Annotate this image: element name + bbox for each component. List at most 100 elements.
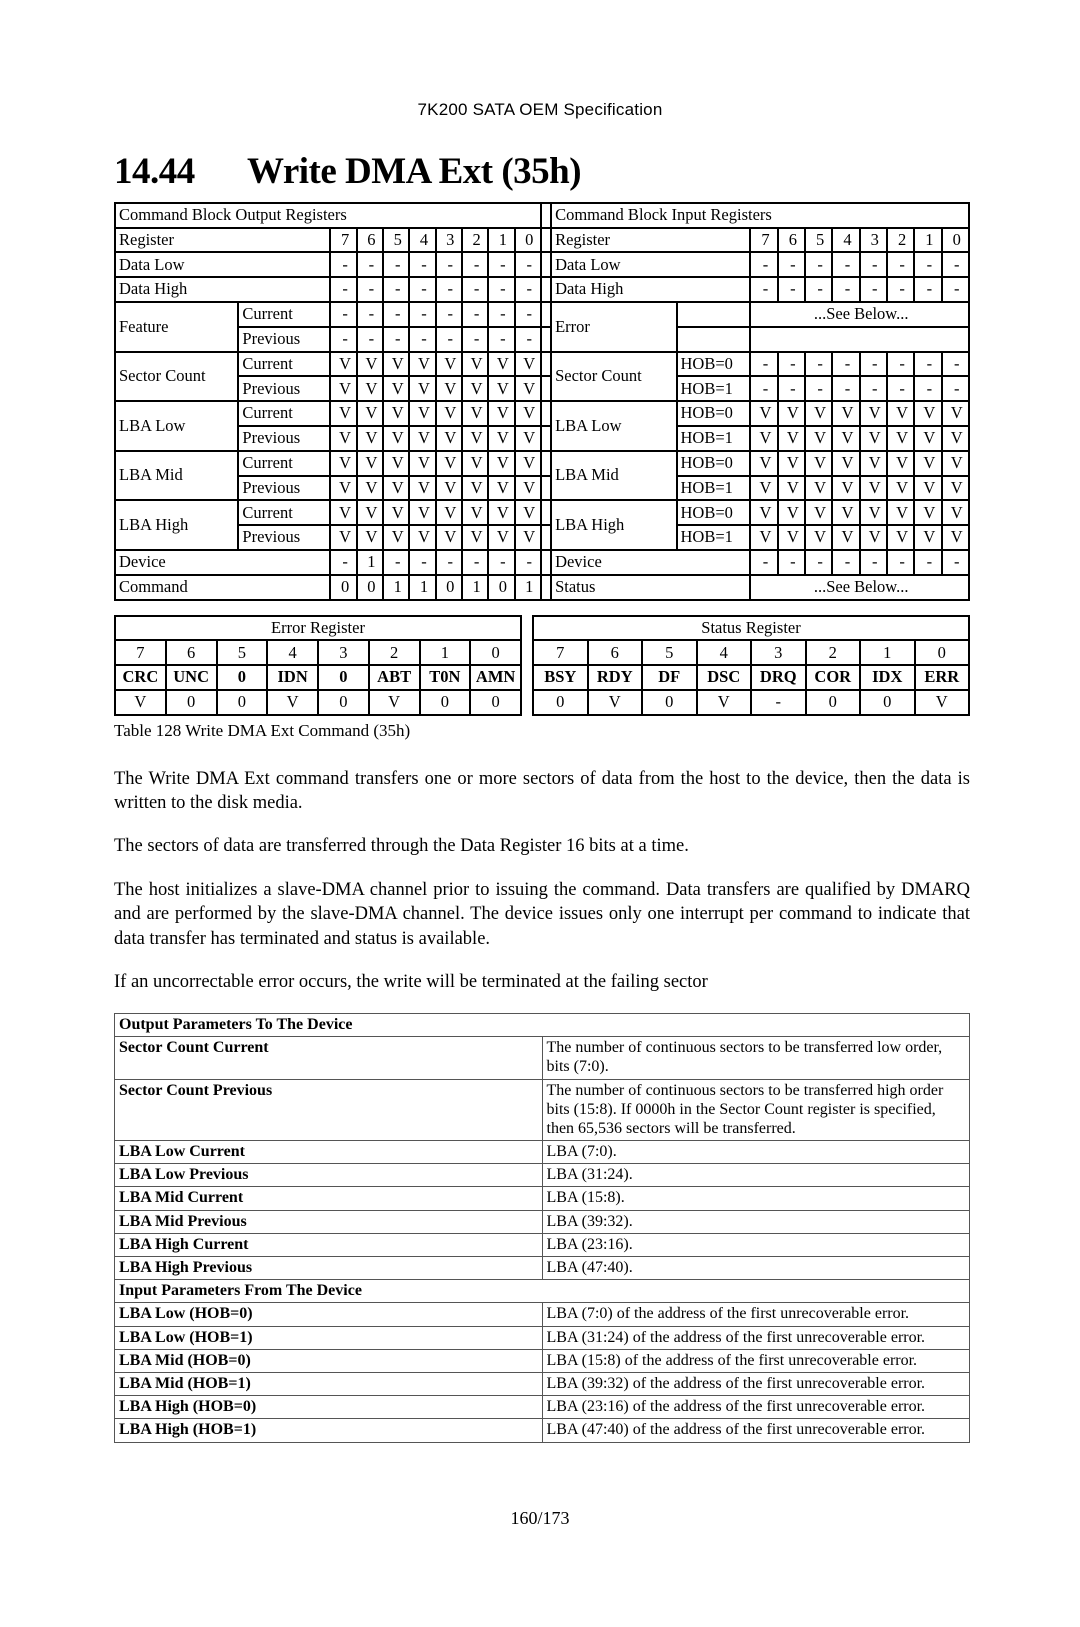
output-bit-cell: V	[460, 499, 490, 527]
input-bit-cell: V	[858, 524, 888, 551]
output-bit-index: 1	[487, 226, 516, 254]
parameter-description: The number of continuous sectors to be t…	[541, 1078, 970, 1142]
parameter-name: LBA Low Current	[114, 1140, 543, 1165]
input-bit-cell: -	[885, 549, 916, 576]
parameter-description: LBA (39:32) of the address of the first …	[541, 1371, 970, 1397]
output-bit-cell: V	[513, 449, 542, 477]
output-bit-cell: -	[382, 276, 411, 304]
input-bit-cell: V	[776, 400, 806, 428]
section-number: 14.44	[114, 151, 195, 192]
status-register-bit-value: 0	[804, 688, 861, 716]
page-number: 160/173	[510, 1508, 570, 1528]
table-gap	[539, 375, 553, 403]
input-bit-cell: -	[858, 549, 888, 576]
input-bit-cell: -	[803, 375, 834, 403]
output-bit-cell: V	[487, 499, 516, 527]
parameters-section-row: Output Parameters To The Device	[114, 1012, 970, 1038]
status-register-bit-index: 6	[586, 639, 643, 667]
input-reg-sub	[675, 301, 752, 328]
output-reg-sub: Previous	[237, 524, 332, 551]
input-bit-cell: -	[913, 350, 943, 378]
status-register-bit-index: 0	[913, 639, 970, 667]
input-bit-cell: -	[885, 276, 916, 304]
input-bit-cell: -	[831, 350, 861, 378]
output-bit-cell: V	[434, 400, 463, 428]
status-register-value-row: 0V0V-00V	[532, 688, 970, 716]
output-register-header: Register	[113, 226, 332, 254]
input-bit-cell: V	[776, 524, 806, 551]
output-bit-cell: -	[460, 549, 490, 576]
error-register-bit-index: 3	[317, 639, 370, 667]
parameter-name: LBA Low Previous	[114, 1163, 543, 1188]
output-bit-cell: V	[434, 499, 463, 527]
output-reg-name: LBA Mid	[113, 449, 240, 502]
error-register-name-row: CRC UNC 0 IDN 0 ABT T0N AMN	[114, 664, 522, 691]
output-bit-cell: V	[487, 375, 516, 403]
error-register-bit-value: V	[114, 688, 167, 716]
status-register-bit-value: V	[586, 688, 643, 716]
output-bit-index: 0	[513, 226, 542, 254]
error-register-bit-index: 5	[215, 639, 269, 667]
output-bit-cell: -	[408, 325, 437, 353]
input-bit-cell: -	[749, 251, 779, 279]
output-reg-name: Data Low	[113, 251, 332, 279]
parameter-description: LBA (7:0) of the address of the first un…	[541, 1302, 970, 1327]
parameters-row: LBA Low (HOB=1) LBA (31:24) of the addres…	[114, 1325, 970, 1350]
output-reg-name: LBA Low	[113, 400, 240, 452]
status-register-bit-index: 3	[750, 639, 807, 667]
output-bit-index: 3	[434, 226, 463, 254]
input-bit-cell: -	[749, 375, 779, 403]
output-bit-cell: -	[487, 251, 516, 279]
output-bit-cell: V	[355, 449, 385, 477]
error-register-table: Error Register 7 6 5 4 3 2 1 0 CRC UNC 0 IDN 0 ABT T0N A…	[114, 614, 522, 716]
input-reg-sub: HOB=1	[675, 425, 752, 452]
input-reg-sub	[675, 325, 752, 353]
register-table-row: Previous V V V V V V V V HOB=1 V V V V V V V V	[115, 474, 971, 502]
table-gap	[539, 201, 553, 229]
error-status-tables: Error Register 7 6 5 4 3 2 1 0 CRC UNC 0 IDN 0 ABT T0N A…	[114, 614, 970, 716]
table-caption: Table 128 Write DMA Ext Command (35h)	[114, 720, 411, 740]
input-bit-cell: -	[831, 276, 861, 304]
status-register-bit-index: 4	[695, 639, 752, 667]
input-registers-title: Command Block Input Registers	[550, 201, 970, 229]
output-bit-cell: -	[460, 325, 490, 353]
output-registers-title: Command Block Output Registers	[114, 201, 542, 229]
register-table-row: Previous V V V V V V V V HOB=1- - - - - - - -	[115, 375, 971, 403]
input-bit-cell: -	[940, 350, 971, 378]
parameter-description: LBA (23:16) of the address of the first …	[541, 1395, 970, 1420]
output-bit-cell: -	[434, 276, 463, 304]
output-bit-cell: V	[355, 524, 385, 551]
output-bit-cell: -	[434, 301, 463, 328]
input-bit-cell: V	[885, 400, 916, 428]
input-bit-cell: V	[858, 425, 888, 452]
output-bit-index: 5	[382, 226, 411, 254]
parameters-row: LBA High (HOB=0) LBA (23:16) of the addre…	[114, 1395, 970, 1420]
page-title: 14.44 Write DMA Ext (35h)	[0, 151, 1080, 192]
output-bit-cell: V	[487, 425, 516, 452]
output-bit-cell: -	[329, 276, 358, 304]
input-bit-cell: V	[940, 524, 971, 551]
parameter-name: LBA High Previous	[114, 1255, 543, 1281]
output-bit-cell: 1	[408, 573, 437, 601]
status-register-table: Status Register 7 6 5 4 3 2 1 0 BSY RDY DF DSC DRQ COR…	[532, 614, 970, 716]
input-bit-cell: -	[913, 549, 943, 576]
input-bit-cell: -	[831, 549, 861, 576]
error-register-bit-value: V	[367, 688, 421, 716]
error-register-value-row: V00V0V00	[114, 688, 522, 716]
input-bit-cell: -	[803, 276, 834, 304]
error-register-bit-index: 0	[469, 639, 522, 667]
input-bit-cell: V	[831, 499, 861, 527]
output-bit-cell: -	[434, 549, 463, 576]
parameters-row: LBA Low Previous LBA (31:24).	[114, 1163, 970, 1188]
output-bit-cell: V	[408, 425, 437, 452]
page-footer: 160/173	[0, 1508, 1080, 1529]
output-bit-cell: -	[513, 325, 542, 353]
output-bit-cell: V	[460, 449, 490, 477]
parameter-name: LBA Mid Previous	[114, 1209, 543, 1234]
input-bit-index: 0	[940, 226, 971, 254]
input-see-below: ...See Below...	[749, 573, 970, 601]
error-register-bit-index: 4	[266, 639, 319, 667]
output-bit-cell: V	[382, 449, 411, 477]
output-reg-sub: Previous	[237, 474, 332, 502]
register-table-row: Device -1- - - - - - Device - - - - - - - -	[113, 549, 971, 576]
